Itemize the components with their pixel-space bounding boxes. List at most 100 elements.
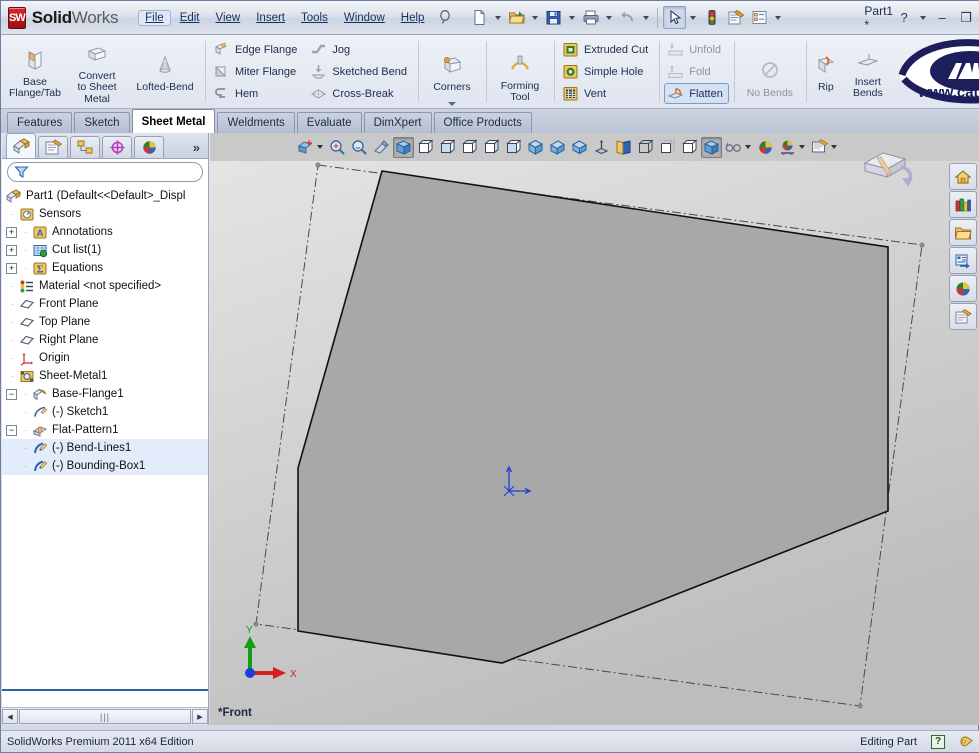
tab-evaluate[interactable]: Evaluate — [296, 112, 362, 133]
tab-sketch[interactable]: Sketch — [74, 112, 130, 133]
tab-weldments[interactable]: Weldments — [217, 112, 295, 133]
feature-manager-more-button[interactable]: » — [193, 140, 208, 158]
no-bends-button[interactable]: No Bends — [737, 44, 803, 100]
tag-icon[interactable] — [959, 734, 974, 749]
left-view-button[interactable] — [459, 137, 480, 158]
tree-expander-plus[interactable]: + — [6, 262, 17, 274]
lofted-bend-button[interactable]: Lofted-Bend — [128, 49, 202, 94]
insert-bends-button[interactable]: Insert Bends — [843, 44, 893, 100]
zoom-to-area-button[interactable] — [327, 137, 348, 158]
search-button[interactable] — [949, 247, 977, 274]
menu-edit[interactable]: Edit — [173, 10, 207, 26]
tab-sheet-metal[interactable]: Sheet Metal — [131, 109, 216, 133]
tree-item-base-flange1[interactable]: − · Base-Flange1 — [2, 385, 208, 403]
help-caret-icon[interactable] — [920, 15, 927, 20]
undo-caret-icon[interactable] — [643, 15, 650, 20]
viewport-button[interactable] — [809, 137, 830, 158]
display-options-button[interactable] — [748, 6, 771, 29]
tree-item-equations[interactable]: + · Σ Equations — [2, 259, 208, 277]
tree-item-origin[interactable]: · Origin — [2, 349, 208, 367]
scroll-right-arrow[interactable]: ▶ — [192, 709, 208, 724]
tree-item-flat-pattern1[interactable]: − · Flat-Pattern1 — [2, 421, 208, 439]
isometric-view-button[interactable] — [525, 137, 546, 158]
select-caret-icon[interactable] — [690, 15, 697, 20]
file-explorer-button[interactable] — [949, 219, 977, 246]
forming-tool-button[interactable]: Forming Tool — [489, 40, 551, 104]
simple-hole-button[interactable]: Simple Hole — [559, 61, 654, 82]
undo-button[interactable] — [616, 6, 639, 29]
configuration-manager-tab[interactable] — [70, 136, 100, 158]
tree-expander-plus[interactable]: + — [6, 226, 17, 238]
feature-tree-filter[interactable] — [7, 162, 203, 182]
new-document-caret-icon[interactable] — [495, 15, 502, 20]
menu-view[interactable]: View — [209, 10, 248, 26]
menu-file[interactable]: File — [138, 9, 171, 26]
feature-tree-filter-input[interactable] — [33, 165, 202, 179]
solidworks-resources-button[interactable] — [949, 163, 977, 190]
sketched-bend-button[interactable]: Sketched Bend — [307, 61, 413, 82]
front-view-button[interactable] — [415, 137, 436, 158]
help-button[interactable]: ? — [893, 9, 915, 27]
tree-item-right-plane[interactable]: · Right Plane — [2, 331, 208, 349]
previous-view-button[interactable] — [349, 137, 370, 158]
custom-properties-button[interactable] — [949, 303, 977, 330]
section-view-button[interactable] — [371, 137, 392, 158]
scroll-left-arrow[interactable]: ◀ — [2, 709, 18, 724]
shaded-with-edges-button[interactable] — [701, 136, 722, 158]
tree-item-front-plane[interactable]: · Front Plane — [2, 295, 208, 313]
menu-window[interactable]: Window — [337, 10, 392, 26]
tab-office-products[interactable]: Office Products — [433, 112, 532, 133]
graphics-area[interactable]: – ❐ ✕ — [210, 133, 979, 725]
tree-expander-minus[interactable]: − — [6, 424, 17, 436]
apply-scene-button[interactable] — [755, 137, 776, 158]
viewport-caret-icon[interactable] — [831, 145, 837, 149]
hide-show-items-button[interactable] — [723, 137, 744, 158]
print-button[interactable] — [579, 6, 602, 29]
fold-button[interactable]: Fold — [664, 61, 729, 82]
menu-help[interactable]: Help — [394, 10, 432, 26]
hidden-lines-removed-button[interactable] — [679, 137, 700, 158]
tree-expander-plus[interactable]: + — [6, 244, 17, 256]
tree-item-sheet-metal1[interactable]: · Sheet-Metal1 — [2, 367, 208, 385]
view-orientation-button[interactable] — [393, 136, 414, 158]
model-viewport[interactable]: Y X *Front — [210, 161, 979, 725]
menu-tools[interactable]: Tools — [294, 10, 335, 26]
feature-tree-horizontal-scrollbar[interactable]: ◀ ||| ▶ — [2, 707, 208, 725]
zoom-to-fit-button[interactable] — [295, 137, 316, 158]
unfold-button[interactable]: Unfold — [664, 39, 729, 60]
maximize-button[interactable]: ❐ — [955, 9, 977, 27]
normal-to-button[interactable] — [591, 137, 612, 158]
save-button[interactable] — [542, 6, 565, 29]
status-help-badge[interactable]: ? — [931, 734, 945, 749]
zoom-to-fit-caret-icon[interactable] — [317, 145, 323, 149]
cross-break-button[interactable]: Cross-Break — [307, 83, 413, 104]
hidden-lines-visible-button[interactable] — [657, 137, 678, 158]
tree-item-sketch1[interactable]: · (-) Sketch1 — [2, 403, 208, 421]
property-manager-tab[interactable] — [38, 136, 68, 158]
hide-show-items-caret-icon[interactable] — [745, 145, 751, 149]
edge-flange-button[interactable]: Edge Flange — [210, 39, 303, 60]
tree-item-annotations[interactable]: + · A Annotations — [2, 223, 208, 241]
print-caret-icon[interactable] — [606, 15, 613, 20]
new-document-button[interactable] — [468, 6, 491, 29]
tab-dimxpert[interactable]: DimXpert — [363, 112, 432, 133]
tree-item-material[interactable]: · Material <not specified> — [2, 277, 208, 295]
rip-button[interactable]: Rip — [809, 49, 843, 94]
right-view-button[interactable] — [481, 137, 502, 158]
vent-button[interactable]: Vent — [559, 83, 654, 104]
feature-tree-tab[interactable] — [6, 133, 36, 158]
display-style-book-button[interactable] — [613, 137, 634, 158]
corners-button[interactable]: Corners — [421, 49, 483, 106]
open-document-button[interactable] — [505, 6, 528, 29]
tree-item-cut-list[interactable]: + · Cut list(1) — [2, 241, 208, 259]
display-manager-tab[interactable] — [134, 136, 164, 158]
appearances-scenes-button[interactable] — [949, 275, 977, 302]
tab-features[interactable]: Features — [7, 112, 73, 133]
hem-button[interactable]: Hem — [210, 83, 303, 104]
base-flange-tab-button[interactable]: Base Flange/Tab — [4, 44, 66, 100]
tree-item-top-plane[interactable]: · Top Plane — [2, 313, 208, 331]
extruded-cut-button[interactable]: Extruded Cut — [559, 39, 654, 60]
view-settings-caret-icon[interactable] — [799, 145, 805, 149]
tree-item-bend-lines1[interactable]: · (-) Bend-Lines1 — [2, 439, 208, 457]
trimetric-view-button[interactable] — [547, 137, 568, 158]
